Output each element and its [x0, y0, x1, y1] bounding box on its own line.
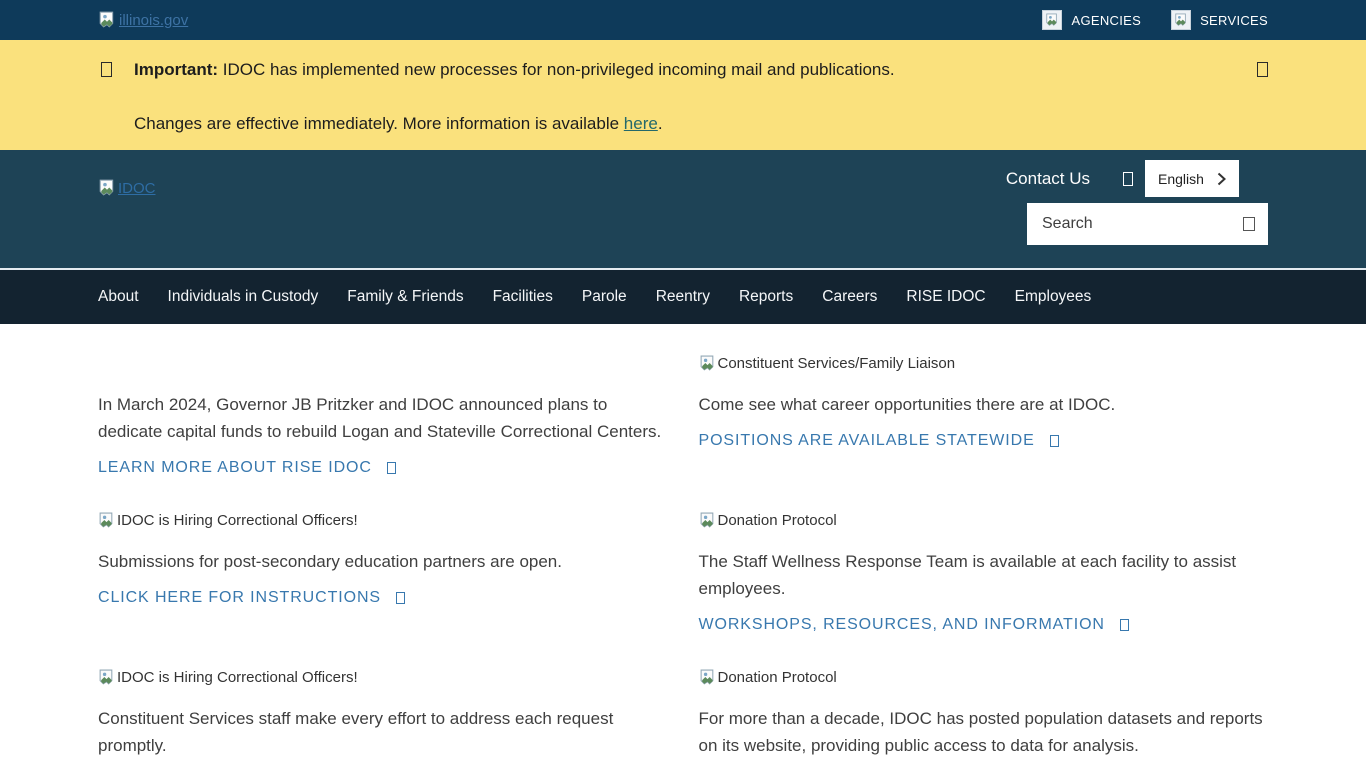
- site-header: IDOC Contact Us English: [0, 150, 1366, 268]
- utility-bar: illinois.gov AGENCIES SERVICES: [0, 0, 1366, 40]
- globe-icon[interactable]: [1123, 172, 1133, 186]
- external-link-icon: [396, 592, 405, 604]
- illinois-gov-logo-link[interactable]: illinois.gov: [98, 11, 188, 29]
- contact-us-link[interactable]: Contact Us: [1006, 169, 1090, 189]
- nav-item-individuals-in-custody[interactable]: Individuals in Custody: [168, 288, 319, 306]
- services-broken-image-icon: [1171, 10, 1191, 30]
- broken-image-icon: [699, 512, 716, 529]
- broken-image-icon: [699, 355, 716, 372]
- alert-line-2-text: Changes are effective immediately. More …: [134, 114, 624, 133]
- language-selector-button[interactable]: English: [1145, 160, 1239, 197]
- card-text: The Staff Wellness Response Team is avai…: [699, 548, 1267, 602]
- nav-item-employees[interactable]: Employees: [1015, 288, 1092, 306]
- header-controls: Contact Us English: [1006, 160, 1239, 197]
- search-icon[interactable]: [1243, 217, 1255, 231]
- nav-item-rise-idoc[interactable]: RISE IDOC: [906, 288, 985, 306]
- card-education-partners: IDOC is Hiring Correctional Officers! Su…: [98, 511, 668, 634]
- image-alt-text: IDOC is Hiring Correctional Officers!: [117, 669, 358, 686]
- nav-item-about[interactable]: About: [98, 288, 139, 306]
- broken-image-alt: Constituent Services/Family Liaison: [699, 354, 1269, 373]
- nav-item-facilities[interactable]: Facilities: [493, 288, 553, 306]
- alert-line-2: Changes are effective immediately. More …: [134, 113, 1235, 134]
- card-link-label: LEARN MORE ABOUT RISE IDOC: [98, 459, 372, 477]
- nav-item-reentry[interactable]: Reentry: [656, 288, 710, 306]
- chevron-right-icon: [1217, 172, 1226, 186]
- search-box: [1027, 203, 1268, 245]
- alert-message: Important: IDOC has implemented new proc…: [134, 59, 1235, 150]
- card-constituent-services: IDOC is Hiring Correctional Officers! Co…: [98, 668, 668, 773]
- utility-links: AGENCIES SERVICES: [1042, 10, 1268, 30]
- card-link-label: WORKSHOPS, RESOURCES, AND INFORMATION: [699, 616, 1105, 634]
- card-link-label: CLICK HERE FOR INSTRUCTIONS: [98, 589, 381, 607]
- card-text: Submissions for post-secondary education…: [98, 548, 666, 575]
- card-link-label: POSITIONS ARE AVAILABLE STATEWIDE: [699, 432, 1035, 450]
- external-link-icon: [1050, 435, 1059, 447]
- image-alt-text: Donation Protocol: [718, 669, 837, 686]
- external-link-icon: [1120, 619, 1129, 631]
- services-label: SERVICES: [1200, 13, 1268, 28]
- card-text: Come see what career opportunities there…: [699, 391, 1267, 418]
- image-alt-text: Donation Protocol: [718, 512, 837, 529]
- agencies-broken-image-icon: [1042, 10, 1062, 30]
- idoc-logo-link[interactable]: IDOC: [98, 179, 156, 197]
- broken-image-icon: [98, 11, 116, 29]
- nav-item-family-friends[interactable]: Family & Friends: [347, 288, 463, 306]
- card-text: In March 2024, Governor JB Pritzker and …: [98, 391, 666, 445]
- idoc-logo-alt: IDOC: [118, 180, 156, 197]
- alert-here-link[interactable]: here: [624, 114, 658, 133]
- alert-warning-icon: [101, 62, 112, 77]
- image-alt-text: Constituent Services/Family Liaison: [718, 355, 956, 372]
- broken-image-alt: Donation Protocol: [699, 511, 1269, 530]
- learn-more-rise-idoc-link[interactable]: LEARN MORE ABOUT RISE IDOC: [98, 459, 396, 477]
- card-text: Constituent Services staff make every ef…: [98, 705, 666, 759]
- card-population-data: Donation Protocol For more than a decade…: [699, 668, 1269, 773]
- alert-line-1-text: IDOC has implemented new processes for n…: [223, 60, 895, 79]
- card-text: For more than a decade, IDOC has posted …: [699, 705, 1267, 759]
- nav-item-careers[interactable]: Careers: [822, 288, 877, 306]
- broken-image-alt: Donation Protocol: [699, 668, 1269, 687]
- services-link[interactable]: SERVICES: [1171, 10, 1268, 30]
- agencies-label: AGENCIES: [1071, 13, 1141, 28]
- search-input[interactable]: [1040, 214, 1243, 234]
- broken-image-icon: [98, 179, 116, 197]
- alert-banner: Important: IDOC has implemented new proc…: [0, 40, 1366, 150]
- illinois-gov-logo-alt: illinois.gov: [119, 12, 188, 29]
- broken-image-icon: [699, 669, 716, 686]
- broken-image-icon: [98, 669, 115, 686]
- instructions-link[interactable]: CLICK HERE FOR INSTRUCTIONS: [98, 589, 405, 607]
- external-link-icon: [387, 462, 396, 474]
- workshops-resources-link[interactable]: WORKSHOPS, RESOURCES, AND INFORMATION: [699, 616, 1129, 634]
- main-nav: About Individuals in Custody Family & Fr…: [0, 268, 1366, 324]
- alert-line-1: Important: IDOC has implemented new proc…: [134, 59, 1235, 80]
- positions-available-link[interactable]: POSITIONS ARE AVAILABLE STATEWIDE: [699, 432, 1059, 450]
- main-content: In March 2024, Governor JB Pritzker and …: [0, 324, 1366, 773]
- broken-image-icon: [98, 512, 115, 529]
- card-careers: Constituent Services/Family Liaison Come…: [699, 354, 1269, 477]
- broken-image-alt: IDOC is Hiring Correctional Officers!: [98, 668, 668, 687]
- alert-close-icon[interactable]: [1257, 62, 1268, 77]
- card-staff-wellness: Donation Protocol The Staff Wellness Res…: [699, 511, 1269, 634]
- nav-item-reports[interactable]: Reports: [739, 288, 793, 306]
- alert-prefix: Important:: [134, 60, 218, 79]
- alert-line-2-period: .: [658, 114, 663, 133]
- image-alt-text: IDOC is Hiring Correctional Officers!: [117, 512, 358, 529]
- card-rise-idoc: In March 2024, Governor JB Pritzker and …: [98, 354, 668, 477]
- agencies-link[interactable]: AGENCIES: [1042, 10, 1141, 30]
- broken-image-alt: IDOC is Hiring Correctional Officers!: [98, 511, 668, 530]
- nav-item-parole[interactable]: Parole: [582, 288, 627, 306]
- language-label: English: [1158, 171, 1204, 187]
